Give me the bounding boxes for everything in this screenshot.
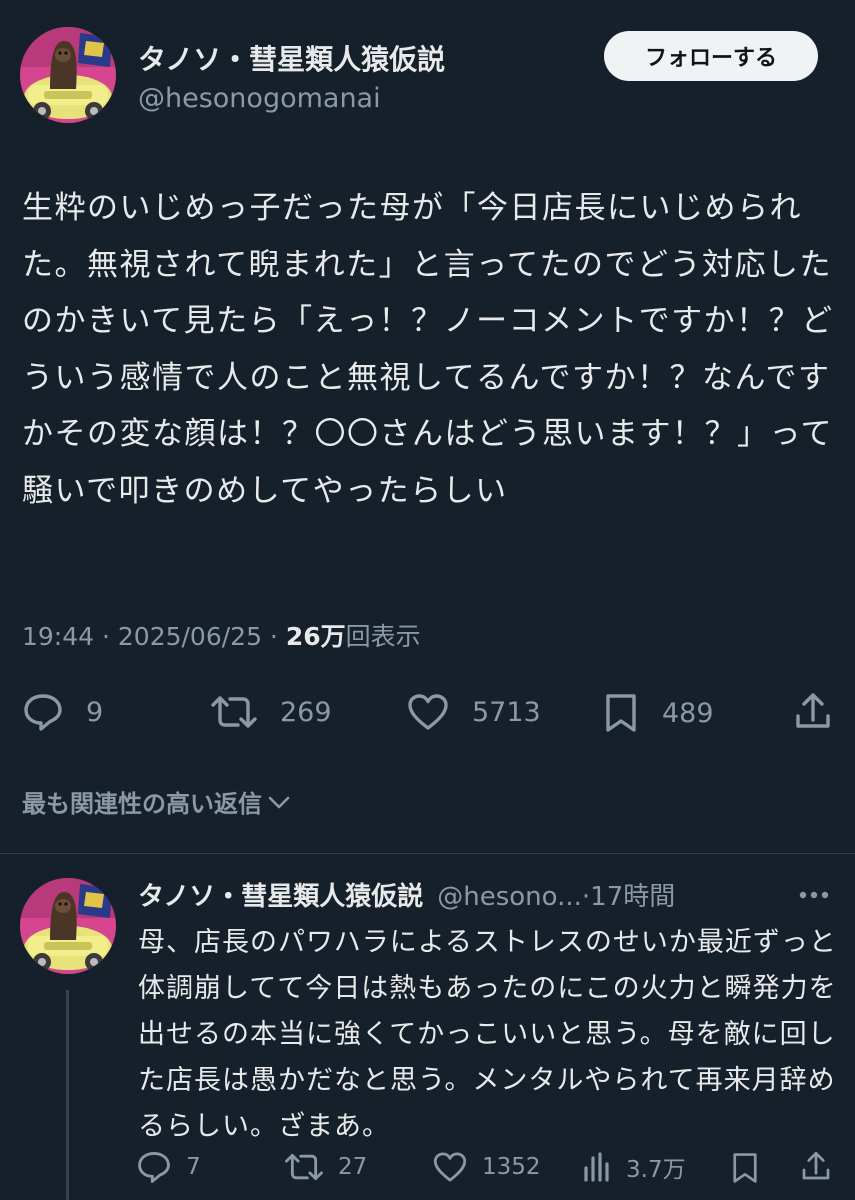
- reply-text: 母、店長のパワハラによるストレスのせいか最近ずっと体調崩してて今日は熱もあったの…: [138, 927, 837, 1142]
- views-count: 26万: [285, 622, 346, 651]
- reply-share-action[interactable]: [800, 1148, 832, 1184]
- author-name[interactable]: タノソ・彗星類人猿仮説: [138, 38, 445, 78]
- repost-action[interactable]: 269: [210, 692, 332, 732]
- section-divider: [0, 853, 855, 854]
- speech-bubble-icon: [24, 694, 62, 731]
- like-count: 5713: [472, 696, 541, 728]
- heart-icon: [433, 1152, 467, 1182]
- meta-separator: ·: [261, 622, 286, 651]
- reply-like-action[interactable]: 1352: [432, 1150, 541, 1184]
- share-action[interactable]: [793, 690, 833, 732]
- views-label: 回表示: [345, 622, 421, 651]
- bookmark-count: 489: [662, 697, 714, 729]
- reply-like-count: 1352: [482, 1154, 541, 1180]
- share-upload-icon: [796, 693, 830, 728]
- chevron-down-icon: [268, 796, 290, 808]
- repost-arrows-icon: [211, 696, 257, 728]
- follow-button[interactable]: フォローする: [604, 31, 818, 81]
- post-time[interactable]: 19:44: [22, 622, 94, 651]
- reply-sort-label: 最も関連性の高い返信: [22, 790, 262, 818]
- bar-chart-icon: [584, 1152, 609, 1182]
- repost-count: 269: [280, 696, 332, 728]
- reply-repost-action[interactable]: 27: [284, 1150, 367, 1184]
- reply-header: タノソ・彗星類人猿仮説 @hesono... ·17時間: [138, 876, 675, 913]
- post-meta: 19:44 · 2025/06/25 · 26万回表示: [22, 617, 421, 653]
- reply-reply-count: 7: [186, 1154, 201, 1180]
- like-action[interactable]: 5713: [406, 692, 541, 732]
- post-date[interactable]: 2025/06/25: [118, 622, 262, 651]
- post-text: 生粋のいじめっ子だった母が「今日店長にいじめられた。無視されて睨まれた」と言って…: [22, 190, 834, 509]
- author-avatar[interactable]: [20, 27, 116, 123]
- reply-count: 9: [86, 696, 104, 728]
- reply-author-avatar[interactable]: [20, 878, 116, 974]
- post-header: タノソ・彗星類人猿仮説 @hesonogomanai フォローする: [0, 0, 855, 140]
- bookmark-icon: [733, 1153, 757, 1183]
- author-handle[interactable]: @hesonogomanai: [138, 83, 381, 114]
- speech-bubble-icon: [138, 1151, 170, 1183]
- reply-views-action[interactable]: 3.7万: [582, 1150, 686, 1184]
- share-upload-icon: [802, 1151, 830, 1180]
- more-dots-icon[interactable]: [795, 880, 833, 910]
- thread-line: [66, 990, 69, 1200]
- bookmark-icon: [606, 694, 636, 732]
- reply-action[interactable]: 9: [22, 692, 103, 732]
- reply-author-handle[interactable]: @hesono...: [437, 882, 582, 912]
- heart-icon: [408, 694, 448, 730]
- reply-repost-count: 27: [338, 1154, 368, 1180]
- reply-bookmark-action[interactable]: [730, 1150, 760, 1186]
- reply-views-count: 3.7万: [626, 1157, 686, 1183]
- bookmark-action[interactable]: 489: [602, 692, 714, 734]
- reply-author-name[interactable]: タノソ・彗星類人猿仮説: [138, 876, 423, 913]
- reply-sort-selector[interactable]: 最も関連性の高い返信: [22, 784, 292, 819]
- meta-separator: ·: [94, 622, 118, 651]
- repost-arrows-icon: [285, 1153, 323, 1181]
- reply-reply-action[interactable]: 7: [136, 1150, 201, 1184]
- reply-time[interactable]: ·17時間: [582, 876, 675, 913]
